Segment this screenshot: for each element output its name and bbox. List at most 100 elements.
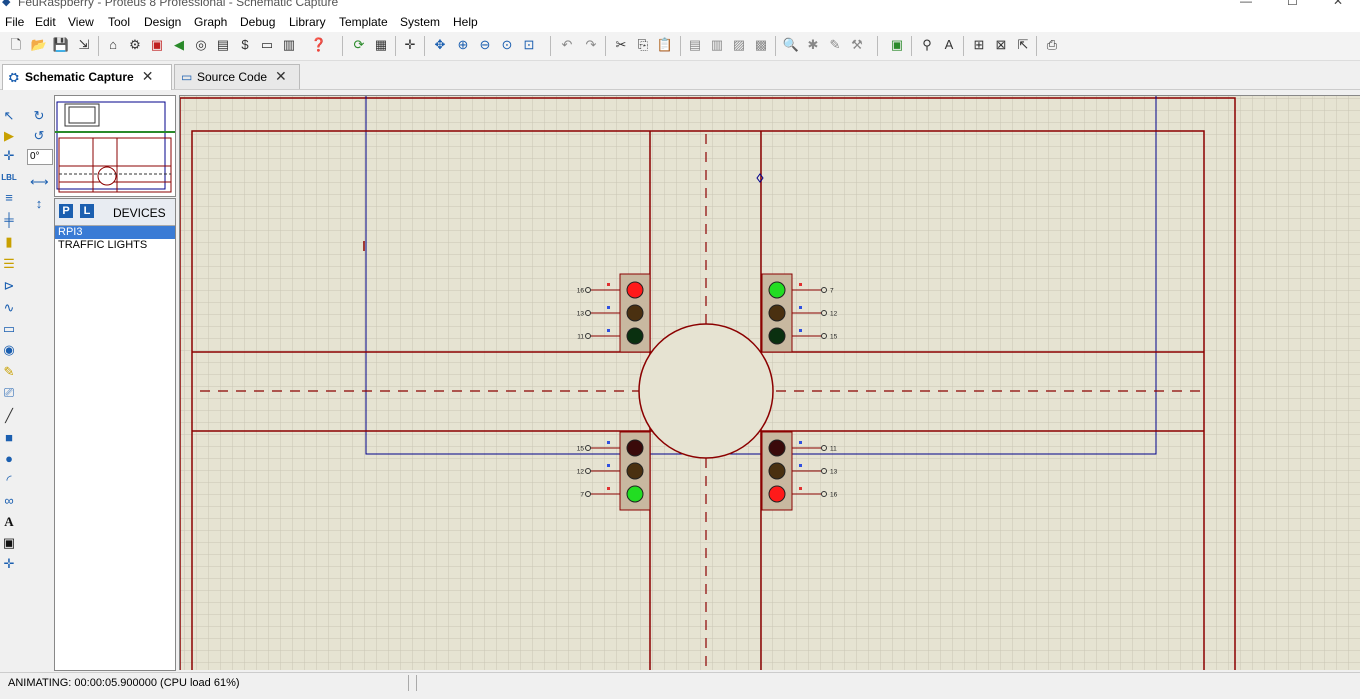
block-rotate-icon[interactable]: ▨ — [730, 36, 748, 54]
decompose-icon[interactable]: ⚒ — [848, 36, 866, 54]
pin-terminal[interactable] — [585, 287, 591, 293]
schematic-icon[interactable]: ⚙ — [126, 36, 144, 54]
pan-icon[interactable]: ✥ — [431, 36, 449, 54]
wire-autorouter-icon[interactable]: ▣ — [888, 36, 906, 54]
pin-terminal[interactable] — [821, 287, 827, 293]
block-move-icon[interactable]: ▥ — [708, 36, 726, 54]
wire-label-icon[interactable]: LBL — [0, 169, 18, 187]
symbol-icon[interactable]: ▣ — [0, 534, 18, 552]
notes-icon[interactable]: ▥ — [280, 36, 298, 54]
make-device-icon[interactable]: ✱ — [804, 36, 822, 54]
arc-icon[interactable]: ◜ — [0, 471, 18, 489]
schematic-canvas[interactable]: 16 13 11 7 12 15 15 12 7 11 13 16 — [179, 95, 1360, 670]
text-script-icon[interactable]: ≡ — [0, 189, 18, 207]
open-folder-icon[interactable]: 📂 — [30, 36, 48, 54]
pin-terminal[interactable] — [821, 445, 827, 451]
graph-icon[interactable]: ∿ — [0, 299, 18, 317]
selection-mode-icon[interactable]: ↖ — [0, 107, 18, 125]
pin-terminal[interactable] — [585, 491, 591, 497]
bus-icon[interactable]: ╪ — [0, 211, 18, 229]
menu-edit[interactable]: Edit — [35, 15, 56, 29]
origin-icon[interactable]: ✛ — [401, 36, 419, 54]
text-icon[interactable]: A — [0, 513, 18, 531]
grid-toggle-icon[interactable]: ▦ — [372, 36, 390, 54]
netlist-icon[interactable]: ⎙ — [1043, 36, 1061, 54]
pick-device-icon[interactable]: 🔍 — [782, 36, 800, 54]
paste-icon[interactable]: 📋 — [656, 36, 674, 54]
pin-terminal[interactable] — [585, 468, 591, 474]
import-icon[interactable]: ⇲ — [75, 36, 93, 54]
tab-source-code[interactable]: ▭ Source Code ✕ — [174, 64, 300, 89]
terminals-icon[interactable]: ☰ — [0, 255, 18, 273]
gerber-icon[interactable]: ◀ — [170, 36, 188, 54]
redo-icon[interactable]: ↷ — [582, 36, 600, 54]
zoom-in-icon[interactable]: ⊕ — [454, 36, 472, 54]
menu-graph[interactable]: Graph — [194, 15, 227, 29]
property-tool-icon[interactable]: A — [940, 36, 958, 54]
box-icon[interactable]: ■ — [0, 429, 18, 447]
3d-viewer-icon[interactable]: ◎ — [192, 36, 210, 54]
rotate-ccw-icon[interactable]: ↺ — [30, 127, 48, 145]
zoom-area-icon[interactable]: ⊡ — [520, 36, 538, 54]
device-pins-icon[interactable]: ⊳ — [0, 277, 18, 295]
pin-terminal[interactable] — [585, 310, 591, 316]
pin-terminal[interactable] — [821, 333, 827, 339]
pin-terminal[interactable] — [821, 310, 827, 316]
rotation-angle-field[interactable]: 0° — [27, 149, 53, 165]
junction-dot-icon[interactable]: ✛ — [0, 147, 18, 165]
menu-system[interactable]: System — [400, 15, 440, 29]
menu-template[interactable]: Template — [339, 15, 388, 29]
remove-sheet-icon[interactable]: ⊠ — [992, 36, 1010, 54]
mirror-x-icon[interactable]: ⟷ — [30, 173, 49, 191]
search-icon[interactable]: ⚲ — [918, 36, 936, 54]
packaging-icon[interactable]: ✎ — [826, 36, 844, 54]
undo-icon[interactable]: ↶ — [558, 36, 576, 54]
menu-file[interactable]: File — [5, 15, 24, 29]
tape-recorder-icon[interactable]: ▭ — [0, 320, 18, 338]
zoom-out-icon[interactable]: ⊖ — [476, 36, 494, 54]
refresh-icon[interactable]: ⟳ — [350, 36, 368, 54]
block-delete-icon[interactable]: ▩ — [752, 36, 770, 54]
close-tab-icon[interactable]: ✕ — [142, 65, 154, 87]
circle-icon[interactable]: ● — [0, 450, 18, 468]
tab-schematic-capture[interactable]: ⛭ Schematic Capture ✕ — [2, 64, 172, 90]
library-manager-button[interactable]: L — [80, 204, 94, 218]
generator-icon[interactable]: ◉ — [0, 341, 18, 359]
pin-terminal[interactable] — [821, 468, 827, 474]
menu-design[interactable]: Design — [144, 15, 181, 29]
path-icon[interactable]: ∞ — [0, 492, 18, 510]
line-icon[interactable]: ╱ — [0, 407, 18, 425]
subcircuit-icon[interactable]: ▮ — [0, 233, 18, 251]
component-mode-icon[interactable]: ▶ — [0, 127, 18, 145]
rotate-cw-icon[interactable]: ↻ — [30, 107, 48, 125]
device-item-traffic-lights[interactable]: TRAFFIC LIGHTS — [55, 239, 175, 252]
new-file-icon[interactable]: 🗋 — [7, 36, 25, 54]
schematic-drawing[interactable]: 16 13 11 7 12 15 15 12 7 11 13 16 — [180, 96, 1360, 670]
copy-icon[interactable]: ⎘ — [634, 36, 652, 54]
close-window-icon[interactable]: ✕ — [1333, 0, 1343, 8]
home-icon[interactable]: ⌂ — [104, 36, 122, 54]
mirror-y-icon[interactable]: ↕ — [30, 195, 48, 213]
menu-debug[interactable]: Debug — [240, 15, 275, 29]
menu-library[interactable]: Library — [289, 15, 326, 29]
bom-icon[interactable]: ▤ — [214, 36, 232, 54]
menu-help[interactable]: Help — [453, 15, 478, 29]
menu-view[interactable]: View — [68, 15, 94, 29]
voltage-probe-icon[interactable]: ✎ — [0, 363, 18, 381]
pin-terminal[interactable] — [821, 491, 827, 497]
design-explorer-icon[interactable]: ▭ — [258, 36, 276, 54]
new-sheet-icon[interactable]: ⊞ — [970, 36, 988, 54]
pick-devices-button[interactable]: P — [59, 204, 73, 218]
marker-icon[interactable]: ✛ — [0, 555, 18, 573]
help-icon[interactable]: ❓ — [310, 36, 328, 54]
save-icon[interactable]: 💾 — [52, 36, 70, 54]
pin-terminal[interactable] — [585, 333, 591, 339]
close-tab-icon[interactable]: ✕ — [275, 65, 287, 87]
block-copy-icon[interactable]: ▤ — [686, 36, 704, 54]
exit-to-parent-icon[interactable]: ⇱ — [1014, 36, 1032, 54]
zoom-all-icon[interactable]: ⊙ — [498, 36, 516, 54]
cost-icon[interactable]: $ — [236, 36, 254, 54]
maximize-icon[interactable]: ☐ — [1287, 0, 1298, 8]
pin-terminal[interactable] — [585, 445, 591, 451]
device-item-rpi3[interactable]: RPI3 — [55, 226, 175, 239]
